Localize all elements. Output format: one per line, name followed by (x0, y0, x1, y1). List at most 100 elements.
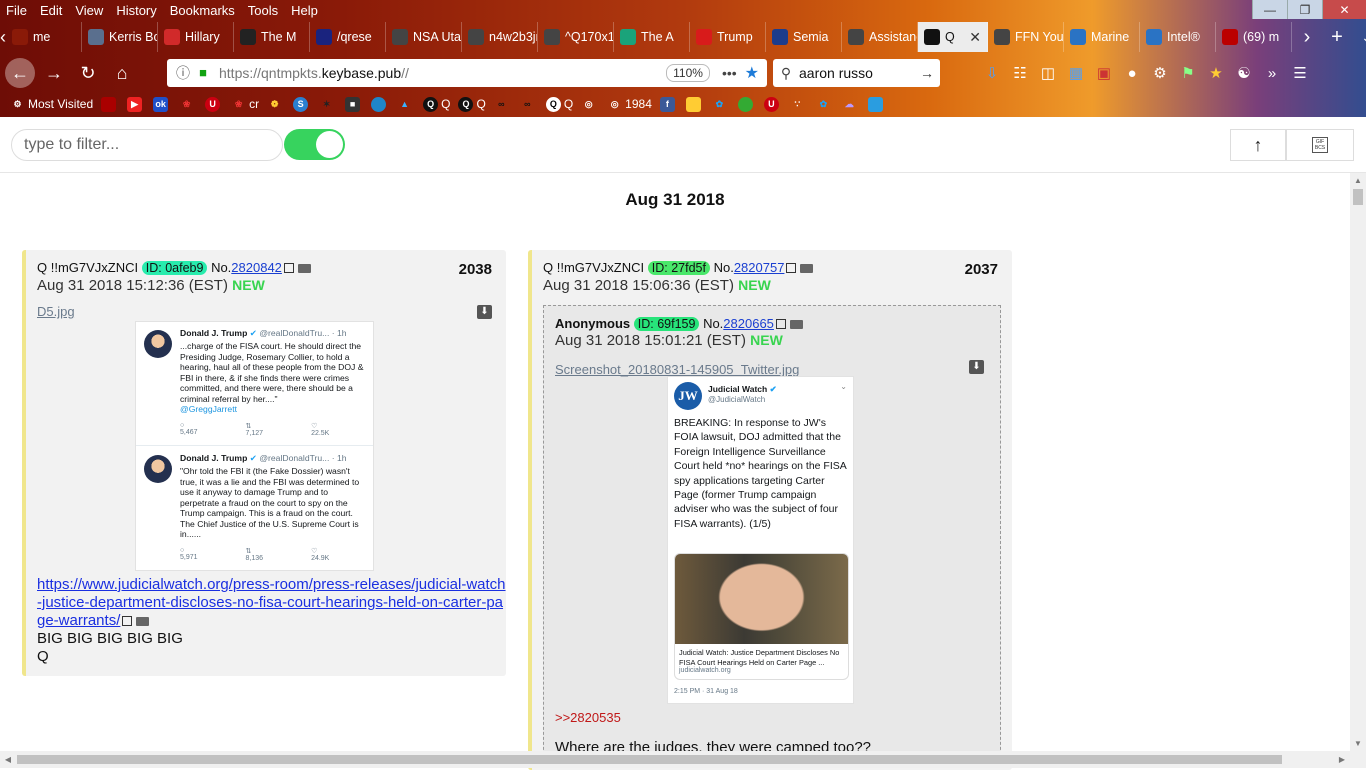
url-text[interactable]: https://qntmpkts.keybase.pub// (219, 65, 409, 81)
filter-input[interactable] (11, 129, 283, 161)
tab-active[interactable]: Q ✕ (918, 22, 988, 52)
tabs-scroll-right-icon[interactable]: › (1292, 26, 1322, 49)
forward-button[interactable]: → (39, 58, 69, 88)
extension-flag-icon[interactable]: ⚑ (1174, 61, 1202, 85)
bookmark-10[interactable] (371, 96, 389, 112)
info-icon[interactable]: ⓘ (171, 63, 195, 83)
scrollbar-thumb[interactable] (1353, 189, 1363, 205)
bookmark-15[interactable]: f (659, 96, 678, 112)
lock-icon[interactable]: ■ (195, 65, 211, 81)
quoted-id-badge[interactable]: ID: 69f159 (633, 317, 700, 331)
menu-edit[interactable]: Edit (40, 3, 62, 18)
folder-icon[interactable] (136, 617, 150, 626)
external-link-icon[interactable] (775, 319, 786, 329)
tab[interactable]: The A (614, 22, 690, 52)
tweet-screenshot-image[interactable]: JW Judicial Watch ✔ @JudicialWatch ⌄ BRE… (667, 376, 854, 704)
tweet-screenshot-image[interactable]: Donald J. Trump ✔ @realDonaldTru... · 1h… (135, 321, 374, 571)
post-number-link[interactable]: 2820842 (231, 260, 282, 275)
tab[interactable]: Intel® (1140, 22, 1216, 52)
bookmark-4[interactable]: ❀ (179, 97, 197, 112)
tab[interactable]: The M (234, 22, 310, 52)
download-icon[interactable]: ⬇ (969, 360, 984, 374)
extension-dots-icon[interactable]: ● (1118, 61, 1146, 85)
ublock-icon[interactable]: ▣ (1090, 61, 1118, 85)
tab[interactable]: NSA Utah (386, 22, 462, 52)
library-icon[interactable]: ☷ (1006, 61, 1034, 85)
menu-history[interactable]: History (116, 3, 156, 18)
extension-spy-icon[interactable]: ☯ (1230, 61, 1258, 85)
folder-icon[interactable] (789, 320, 803, 329)
extension-gear-icon[interactable]: ⚙ (1146, 61, 1174, 85)
scroll-left-arrow-icon[interactable]: ◀ (0, 751, 16, 768)
folder-icon[interactable] (297, 264, 311, 273)
bookmark-18[interactable] (737, 96, 756, 112)
tab[interactable]: n4w2b3jn (462, 22, 538, 52)
search-go-icon[interactable]: → (920, 65, 934, 81)
back-button[interactable]: ← (5, 58, 35, 88)
bookmark-q3[interactable]: QQ (545, 96, 573, 112)
scrollbar-thumb[interactable] (17, 755, 1282, 764)
post-number-link[interactable]: 2820757 (734, 260, 785, 275)
tab[interactable]: Semia (766, 22, 842, 52)
bookmark-22[interactable]: ☁ (842, 97, 860, 112)
scroll-right-arrow-icon[interactable]: ▶ (1334, 751, 1350, 768)
bookmark-19[interactable]: U (763, 96, 782, 112)
tab[interactable]: ^Q170x11 (538, 22, 614, 52)
external-link-icon[interactable] (283, 263, 294, 273)
menu-tools[interactable]: Tools (248, 3, 278, 18)
external-link-icon[interactable] (122, 616, 133, 626)
restore-button[interactable]: ❐ (1287, 0, 1322, 19)
scroll-down-arrow-icon[interactable]: ▼ (1350, 736, 1366, 752)
sidebar-icon[interactable]: ◫ (1034, 61, 1062, 85)
bookmark-7[interactable]: S (293, 96, 311, 112)
horizontal-scrollbar[interactable]: ◀ ▶ (0, 751, 1366, 768)
bookmark-cr[interactable]: ❀ cr (231, 97, 259, 112)
extension-star-icon[interactable]: ★ (1202, 61, 1230, 85)
bookmark-23[interactable] (867, 96, 886, 112)
zoom-level[interactable]: 110% (666, 64, 710, 82)
tab[interactable]: Assistance (842, 22, 918, 52)
overflow-menu-icon[interactable]: » (1258, 61, 1286, 85)
bookmark-q1[interactable]: QQ (423, 96, 450, 112)
bookmark-5[interactable]: U (205, 96, 223, 112)
bookmark-6[interactable]: ❁ (267, 97, 285, 112)
menu-bookmarks[interactable]: Bookmarks (170, 3, 235, 18)
tab-list-chevron-down-icon[interactable]: ⌄ (1352, 29, 1366, 46)
post-id-badge[interactable]: ID: 0afeb9 (141, 261, 208, 275)
menu-help[interactable]: Help (291, 3, 318, 18)
extension-counter-icon[interactable]: ▦ (1062, 61, 1090, 85)
page-actions-icon[interactable]: ••• (722, 65, 737, 81)
search-input[interactable]: aaron russo (799, 65, 873, 81)
bookmark-11[interactable]: ▲ (397, 97, 415, 112)
reply-reference-link[interactable]: >>2820535 (555, 710, 871, 725)
article-link[interactable]: https://www.judicialwatch.org/press-room… (37, 576, 506, 629)
post-id-badge[interactable]: ID: 27fd5f (647, 261, 710, 275)
tab[interactable]: /qrese (310, 22, 386, 52)
bookmark-9[interactable]: ■ (345, 96, 363, 112)
bookmark-8[interactable]: ✶ (319, 97, 337, 112)
close-tab-icon[interactable]: ✕ (969, 29, 981, 46)
home-button[interactable]: ⌂ (107, 58, 137, 88)
new-tab-button[interactable]: + (1322, 26, 1352, 49)
search-bar[interactable]: ⚲ aaron russo → (773, 59, 940, 87)
bookmark-star-icon[interactable]: ★ (745, 63, 759, 83)
download-icon[interactable]: ⇩ (978, 61, 1006, 85)
tab[interactable]: FFN YouT (988, 22, 1064, 52)
tab[interactable]: Trump (690, 22, 766, 52)
url-bar[interactable]: ⓘ ■ https://qntmpkts.keybase.pub// 110% … (167, 59, 767, 87)
filter-toggle[interactable] (284, 129, 345, 160)
bookmark-2[interactable]: ▶ (127, 96, 145, 112)
reload-button[interactable]: ↻ (73, 58, 103, 88)
external-link-icon[interactable] (786, 263, 797, 273)
scroll-top-button[interactable]: ↑ (1230, 129, 1286, 161)
bookmark-17[interactable]: ✿ (712, 97, 730, 112)
bookmark-20[interactable]: ∵ (790, 97, 808, 112)
tab[interactable]: (69) m (1216, 22, 1292, 52)
menu-view[interactable]: View (75, 3, 103, 18)
bookmark-1[interactable] (101, 96, 119, 112)
vertical-scrollbar[interactable]: ▲ ▼ (1350, 173, 1366, 752)
bookmark-most-visited[interactable]: ⚙ Most Visited (10, 97, 93, 112)
minimize-button[interactable]: — (1252, 0, 1287, 19)
tab[interactable]: Hillary (158, 22, 234, 52)
bookmark-21[interactable]: ✿ (816, 97, 834, 112)
